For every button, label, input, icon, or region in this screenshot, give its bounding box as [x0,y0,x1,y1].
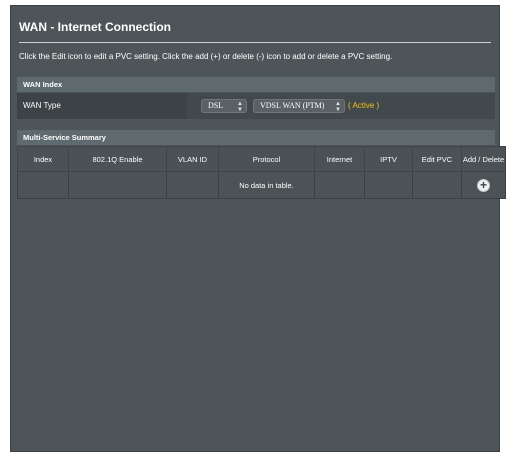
table-header-row: Index 802.1Q Enable VLAN ID Protocol Int… [17,146,506,172]
column-header-index: Index [17,146,69,172]
select-arrows-icon: ▲ ▼ [237,101,243,113]
empty-table-message: No data in table. [218,171,315,199]
multi-service-table: Index 802.1Q Enable VLAN ID Protocol Int… [17,146,506,199]
empty-cell [314,171,365,199]
summary-section-header: Multi-Service Summary [17,130,495,145]
title-divider [19,42,491,43]
empty-cell [166,171,219,199]
column-header-vlan-id: VLAN ID [166,146,219,172]
page-description: Click the Edit icon to edit a PVC settin… [19,52,393,61]
empty-cell [17,171,69,199]
wan-type-select[interactable]: DSL ▲ ▼ [201,99,247,113]
add-pvc-cell: + [461,171,506,199]
column-header-internet: Internet [314,146,365,172]
add-circle-icon[interactable]: + [477,178,490,192]
wan-status-text: ( Active ) [348,101,380,110]
wan-index-section-header: WAN Index [17,77,495,92]
select-arrows-icon: ▲ ▼ [335,101,341,113]
wan-type-row: WAN Type DSL ▲ ▼ VDSL WAN (PTM) ▲ ▼ ( Acti… [17,93,495,119]
wan-mode-select-value: VDSL WAN (PTM) [260,101,325,110]
wan-mode-select[interactable]: VDSL WAN (PTM) ▲ ▼ [253,99,345,113]
column-header-8021q-enable: 802.1Q Enable [68,146,167,172]
empty-cell [364,171,413,199]
page-title: WAN - Internet Connection [19,20,171,34]
wan-type-label: WAN Type [17,93,187,119]
column-header-protocol: Protocol [218,146,315,172]
column-header-edit-pvc: Edit PVC [412,146,462,172]
table-row: No data in table. + [17,171,506,199]
empty-cell [412,171,462,199]
column-header-add-delete: Add / Delete [461,146,506,172]
empty-cell [68,171,167,199]
column-header-iptv: IPTV [364,146,413,172]
wan-settings-panel: WAN - Internet Connection Click the Edit… [10,5,506,452]
wan-type-select-value: DSL [208,101,224,110]
